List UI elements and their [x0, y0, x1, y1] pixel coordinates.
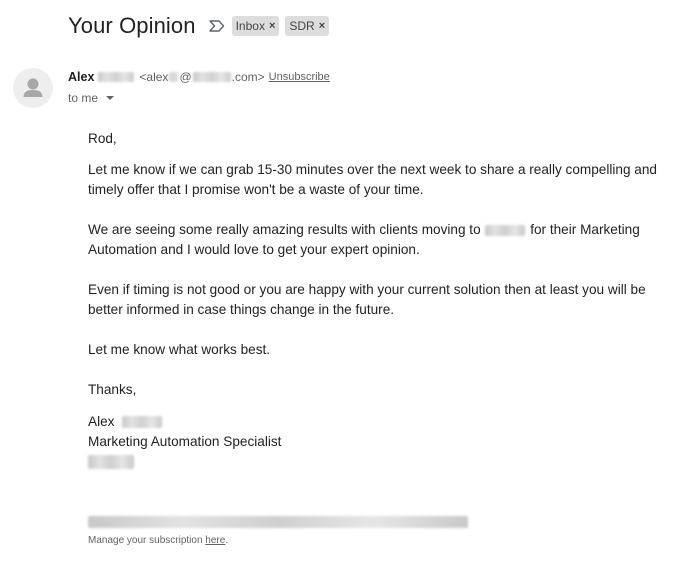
footer-text: Manage your subscription — [88, 535, 206, 546]
sender-email-at: @ — [179, 70, 192, 84]
label-chip-inbox-text: Inbox — [235, 19, 265, 33]
signature-name: Alex — [88, 414, 115, 429]
remove-label-sdr-icon[interactable]: × — [319, 18, 325, 34]
recipient-label: to me — [68, 91, 99, 105]
redacted-footer-address — [88, 516, 468, 528]
redacted-company-name — [485, 224, 526, 236]
redacted-sender-surname — [98, 72, 135, 82]
body-paragraph-4: Let me know what works best. — [88, 342, 271, 357]
greeting: Rod, — [88, 131, 117, 146]
recipient-details-toggle[interactable]: to me — [68, 91, 115, 105]
sender-email-suffix: .com> — [231, 70, 265, 84]
signature-name-row: Alex — [88, 412, 281, 432]
label-chip-inbox[interactable]: Inbox × — [231, 16, 280, 36]
person-silhouette-icon — [23, 78, 43, 97]
redacted-signature-surname — [122, 416, 163, 429]
signature-title: Marketing Automation Specialist — [88, 434, 282, 449]
footer-period: . — [225, 535, 229, 546]
subject-row: Your Opinion Inbox × SDR × — [68, 10, 330, 42]
signature-company-row — [88, 452, 281, 472]
sender-email-prefix: <alex — [139, 70, 169, 84]
closing: Thanks, — [88, 382, 137, 397]
redacted-email-domain — [192, 72, 231, 82]
sender-email: <alex @ .com> — [139, 70, 264, 84]
label-important-outline-icon[interactable] — [208, 17, 226, 35]
redacted-signature-company — [88, 455, 134, 470]
sender-row: Alex <alex @ .com> Unsubscribe — [68, 70, 330, 84]
remove-label-inbox-icon[interactable]: × — [269, 18, 275, 34]
sender-name[interactable]: Alex — [68, 70, 94, 84]
redacted-email-part — [169, 72, 179, 82]
body-paragraph-2-start: We are seeing some really amazing result… — [88, 222, 481, 237]
email-subject: Your Opinion — [68, 13, 196, 38]
chevron-down-icon[interactable] — [106, 96, 115, 100]
sender-avatar[interactable] — [13, 68, 53, 108]
manage-subscription-link[interactable]: here — [205, 535, 225, 546]
label-chip-sdr-text: SDR — [289, 19, 315, 33]
body-paragraph-1: Let me know if we can grab 15-30 minutes… — [88, 162, 657, 197]
signature: Alex Marketing Automation Specialist — [88, 412, 281, 472]
unsubscribe-link[interactable]: Unsubscribe — [269, 71, 330, 83]
body-paragraph-3: Even if timing is not good or you are ha… — [88, 282, 646, 317]
subscription-footer: Manage your subscription here. — [88, 535, 228, 546]
label-chip-sdr[interactable]: SDR × — [285, 16, 330, 36]
body-paragraph-2: We are seeing some really amazing result… — [88, 220, 658, 260]
